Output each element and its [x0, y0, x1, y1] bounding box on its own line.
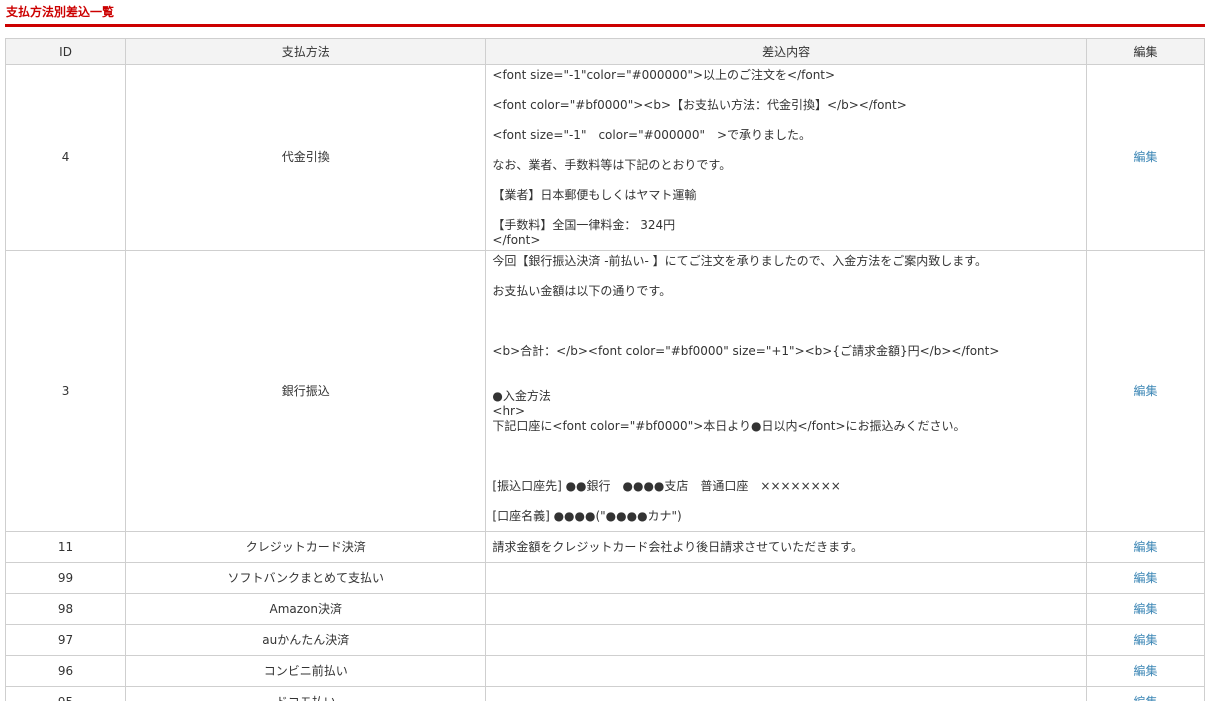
cell-method: コンビニ前払い [125, 655, 487, 687]
cell-id: 97 [4, 624, 127, 656]
table-row: 97 auかんたん決済 編集 [4, 624, 1206, 656]
header-content: 差込内容 [485, 38, 1087, 65]
cell-method: 代金引換 [125, 64, 487, 251]
cell-method: Amazon決済 [125, 593, 487, 625]
cell-edit: 編集 [1085, 64, 1206, 251]
cell-edit: 編集 [1085, 250, 1206, 532]
cell-id: 96 [4, 655, 127, 687]
cell-method: auかんたん決済 [125, 624, 487, 656]
cell-method: 銀行振込 [125, 250, 487, 532]
edit-link[interactable]: 編集 [1133, 602, 1157, 616]
table-row: 99 ソフトバンクまとめて支払い 編集 [4, 562, 1206, 594]
cell-edit: 編集 [1085, 593, 1206, 625]
edit-link[interactable]: 編集 [1133, 571, 1157, 585]
table-header-row: ID 支払方法 差込内容 編集 [4, 38, 1206, 65]
cell-content: 今回【銀行振込決済 -前払い- 】にてご注文を承りましたので、入金方法をご案内致… [485, 250, 1087, 532]
cell-content [485, 686, 1087, 701]
header-edit: 編集 [1085, 38, 1206, 65]
edit-link[interactable]: 編集 [1133, 540, 1157, 554]
cell-id: 3 [4, 250, 127, 532]
cell-edit: 編集 [1085, 531, 1206, 563]
cell-edit: 編集 [1085, 562, 1206, 594]
table-container: ID 支払方法 差込内容 編集 4 代金引換 <font size="-1"co… [4, 38, 1206, 701]
edit-link[interactable]: 編集 [1133, 384, 1157, 398]
cell-id: 95 [4, 686, 127, 701]
table-row: 3 銀行振込 今回【銀行振込決済 -前払い- 】にてご注文を承りましたので、入金… [4, 250, 1206, 532]
cell-method: ドコモ払い [125, 686, 487, 701]
cell-content: <font size="-1"color="#000000">以上のご注文を</… [485, 64, 1087, 251]
cell-content: 請求金額をクレジットカード会社より後日請求させていただきます。 [485, 531, 1087, 563]
table-row: 11 クレジットカード決済 請求金額をクレジットカード会社より後日請求させていた… [4, 531, 1206, 563]
cell-id: 4 [4, 64, 127, 251]
cell-id: 11 [4, 531, 127, 563]
table-row: 96 コンビニ前払い 編集 [4, 655, 1206, 687]
cell-method: ソフトバンクまとめて支払い [125, 562, 487, 594]
table-row: 98 Amazon決済 編集 [4, 593, 1206, 625]
cell-edit: 編集 [1085, 686, 1206, 701]
edit-link[interactable]: 編集 [1133, 150, 1157, 164]
title-divider [5, 24, 1205, 27]
payment-insert-table: ID 支払方法 差込内容 編集 4 代金引換 <font size="-1"co… [4, 38, 1206, 701]
page: 支払方法別差込一覧 ID 支払方法 差込内容 編集 4 代金引換 <font s… [0, 0, 1216, 701]
cell-content [485, 624, 1087, 656]
cell-content [485, 655, 1087, 687]
table-row: 95 ドコモ払い 編集 [4, 686, 1206, 701]
cell-edit: 編集 [1085, 655, 1206, 687]
edit-link[interactable]: 編集 [1133, 664, 1157, 678]
edit-link[interactable]: 編集 [1133, 633, 1157, 647]
cell-id: 98 [4, 593, 127, 625]
edit-link[interactable]: 編集 [1133, 695, 1157, 701]
cell-content [485, 562, 1087, 594]
cell-method: クレジットカード決済 [125, 531, 487, 563]
cell-id: 99 [4, 562, 127, 594]
header-id: ID [4, 38, 127, 65]
table-row: 4 代金引換 <font size="-1"color="#000000">以上… [4, 64, 1206, 251]
cell-content [485, 593, 1087, 625]
header-method: 支払方法 [125, 38, 487, 65]
page-title: 支払方法別差込一覧 [6, 5, 115, 19]
cell-edit: 編集 [1085, 624, 1206, 656]
